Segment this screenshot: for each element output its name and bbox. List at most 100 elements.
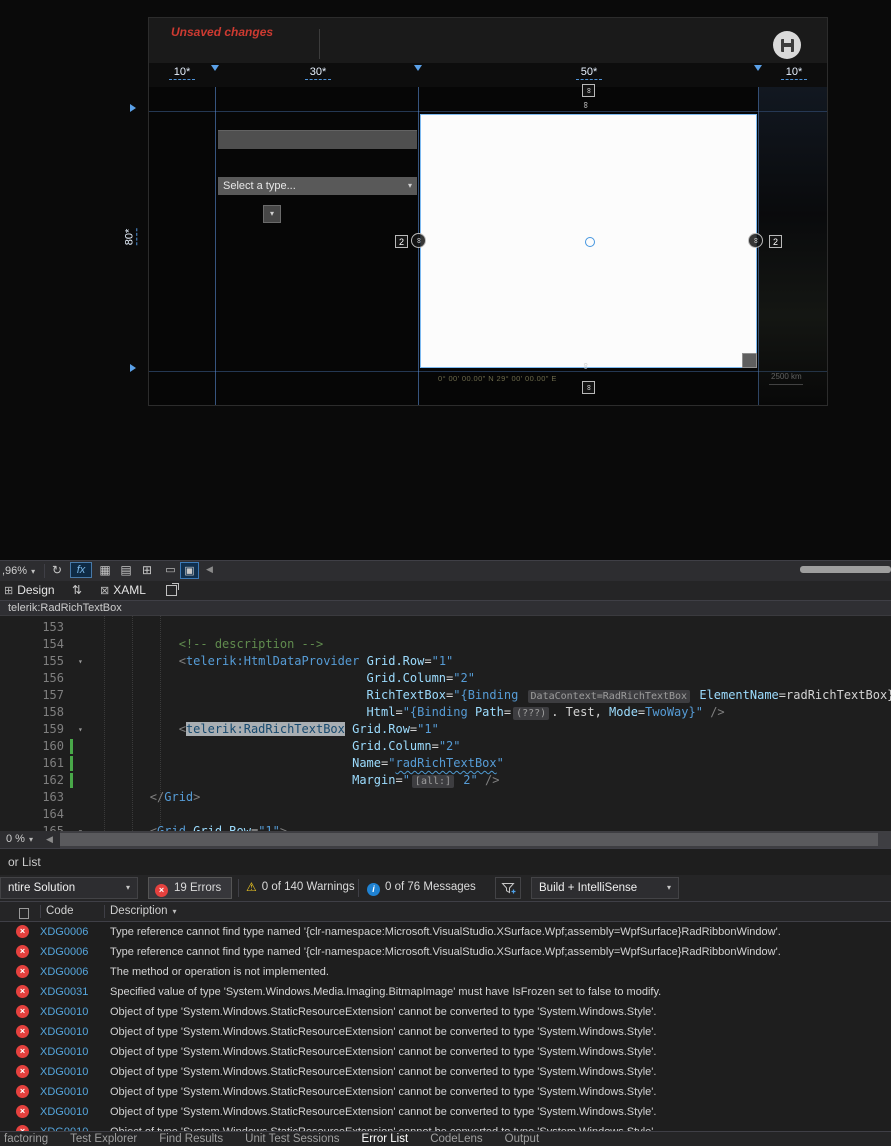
row-anchor-icon[interactable]: ∞ <box>582 84 595 97</box>
design-dropdown-button[interactable]: ▾ <box>263 205 281 223</box>
margin-left-chip[interactable]: 2 <box>395 235 408 248</box>
error-row[interactable]: ×XDG0010Object of type 'System.Windows.S… <box>0 1022 891 1042</box>
selection-center-handle[interactable] <box>585 237 595 247</box>
scrollbar-thumb[interactable] <box>60 833 878 846</box>
designer-hscrollbar[interactable] <box>800 566 891 573</box>
code-line[interactable]: 160 Grid.Column="2" <box>0 738 891 755</box>
column-splitter-icon[interactable] <box>211 65 219 71</box>
row-anchor-icon[interactable]: ∞ <box>582 381 595 394</box>
element-breadcrumb[interactable]: telerik:RadRichTextBox <box>0 601 891 616</box>
bottom-tab-factoring[interactable]: factoring <box>4 1132 48 1146</box>
bottom-tab-error-list[interactable]: Error List <box>362 1132 409 1146</box>
code-line[interactable]: 153 <box>0 619 891 636</box>
bottom-tab-codelens[interactable]: CodeLens <box>430 1132 482 1146</box>
scroll-left-icon[interactable]: ◀ <box>46 834 53 845</box>
code-line[interactable]: 165 ▾ <Grid Grid.Row="1"> <box>0 823 891 831</box>
code-line[interactable]: 164 <box>0 806 891 823</box>
column-header-code[interactable]: Code <box>46 902 74 921</box>
editor-zoom-dropdown[interactable]: 0 % ▾ <box>6 832 33 847</box>
chain-link-icon[interactable]: ∞ <box>581 363 591 369</box>
snap-grid-icon[interactable]: ▤ <box>117 562 135 579</box>
error-row[interactable]: ×XDG0010Object of type 'System.Windows.S… <box>0 1122 891 1131</box>
design-artboard[interactable]: Unsaved changes 10* 30* 50* 10* Select a… <box>148 17 828 406</box>
unsaved-changes-label: Unsaved changes <box>171 25 274 39</box>
anchor-chain-icon[interactable]: ∞ <box>748 233 763 248</box>
warnings-filter-button[interactable]: ⚠ 0 of 140 Warnings <box>244 877 355 899</box>
snaplines-toggle[interactable]: ▭ <box>161 562 180 579</box>
code-line[interactable]: 154 <!-- description --> <box>0 636 891 653</box>
error-row[interactable]: ×XDG0010Object of type 'System.Windows.S… <box>0 1042 891 1062</box>
editor-hscrollbar[interactable] <box>60 831 891 848</box>
error-row[interactable]: ×XDG0010Object of type 'System.Windows.S… <box>0 1062 891 1082</box>
errors-filter-button[interactable]: × 19 Errors <box>148 877 232 899</box>
error-row[interactable]: ×XDG0010Object of type 'System.Windows.S… <box>0 1102 891 1122</box>
code-text: Html="{Binding Path= (???). Test, Mode=Tw… <box>366 705 725 720</box>
column-header-description[interactable]: Description ▾ <box>110 902 177 921</box>
code-line[interactable]: 163 </Grid> <box>0 789 891 806</box>
source-dropdown[interactable]: Build + IntelliSense ▾ <box>531 877 679 899</box>
error-row[interactable]: × XDG0006 The method or operation is not i… <box>0 962 891 982</box>
messages-filter-button[interactable]: i 0 of 76 Messages <box>365 877 476 899</box>
save-icon[interactable] <box>773 31 801 59</box>
bottom-tab-unit-test-sessions[interactable]: Unit Test Sessions <box>245 1132 339 1146</box>
design-textbox[interactable] <box>218 130 417 149</box>
design-combobox[interactable]: Select a type... ▾ <box>218 177 417 195</box>
show-grid-icon[interactable]: ▦ <box>96 562 114 579</box>
tab-xaml[interactable]: ⊠ XAML <box>100 581 146 601</box>
fold-marker-icon[interactable]: ▾ <box>78 721 83 738</box>
scope-dropdown[interactable]: ntire Solution ▾ <box>0 877 138 899</box>
error-row[interactable]: × XDG0006 Type reference cannot find type … <box>0 922 891 942</box>
code-line[interactable]: 159 ▾ <telerik:RadRichTextBox Grid.Row="1… <box>0 721 891 738</box>
change-indicator <box>70 773 73 788</box>
column-splitter-icon[interactable] <box>754 65 762 71</box>
row-splitter-icon[interactable] <box>130 104 136 112</box>
code-line[interactable]: 155 ▾ <telerik:HtmlDataProvider Grid.Row=… <box>0 653 891 670</box>
xaml-editor[interactable]: 153 154 <!-- description --> 155 ▾ <telerik… <box>0 616 891 831</box>
bottom-tab-find-results[interactable]: Find Results <box>159 1132 223 1146</box>
code-line[interactable]: 162 Margin=" [all:] 2" /> <box>0 772 891 789</box>
popout-window-icon[interactable] <box>166 583 179 596</box>
floppy-disk-icon <box>781 39 794 52</box>
collapse-arrow-icon[interactable]: ◀ <box>206 564 213 575</box>
error-row[interactable]: ×XDG0010Object of type 'System.Windows.S… <box>0 1002 891 1022</box>
gridlines-icon[interactable]: ⊞ <box>138 562 156 579</box>
refresh-icon[interactable]: ↻ <box>48 562 66 579</box>
row-splitter-icon[interactable] <box>130 364 136 372</box>
column-size-label[interactable]: 10* <box>781 66 807 80</box>
bottom-tab-output[interactable]: Output <box>505 1132 540 1146</box>
annotations-toggle[interactable]: ▣ <box>180 562 199 579</box>
anchor-chain-icon[interactable]: ∞ <box>411 233 426 248</box>
code-line[interactable]: 156 Grid.Column="2" <box>0 670 891 687</box>
error-row[interactable]: ×XDG0010Object of type 'System.Windows.S… <box>0 1082 891 1102</box>
xaml-designer-surface[interactable]: Unsaved changes 10* 30* 50* 10* Select a… <box>0 0 891 560</box>
chevron-down-icon: ▾ <box>666 883 671 892</box>
column-size-label[interactable]: 10* <box>169 66 195 80</box>
row-size-label[interactable]: 80* <box>123 228 138 246</box>
swap-panes-icon[interactable]: ⇅ <box>72 581 82 600</box>
combobox-text: Select a type... <box>223 180 296 192</box>
fold-marker-icon[interactable]: ▾ <box>78 653 83 670</box>
resize-handle[interactable] <box>742 353 757 368</box>
bottom-tab-test-explorer[interactable]: Test Explorer <box>70 1132 137 1146</box>
chain-link-icon[interactable]: ∞ <box>581 102 591 108</box>
error-row[interactable]: × XDG0006 Type reference cannot find type … <box>0 942 891 962</box>
column-splitter-icon[interactable] <box>414 65 422 71</box>
severity-column-icon[interactable] <box>19 908 29 919</box>
code-line[interactable]: 161 Name="radRichTextBox" <box>0 755 891 772</box>
error-description-cell: Type reference cannot find type named '{… <box>110 926 781 938</box>
margin-right-chip[interactable]: 2 <box>769 235 782 248</box>
code-text: Margin=" [all:] 2" /> <box>352 773 500 788</box>
filter-icon[interactable] <box>495 877 521 899</box>
code-line[interactable]: 157 RichTextBox="{Binding DataContext=Ra… <box>0 687 891 704</box>
column-size-label[interactable]: 30* <box>305 66 331 80</box>
design-canvas[interactable]: Select a type... ▾ ▾ 2 ∞ ∞ 2 0° 00' 00.0… <box>149 87 827 405</box>
line-number: 153 <box>42 620 64 634</box>
error-icon: × <box>16 945 29 958</box>
code-line[interactable]: 158 Html="{Binding Path= (???). Test, Mod… <box>0 704 891 721</box>
tab-design[interactable]: ⊞ Design <box>4 581 55 601</box>
designer-zoom-dropdown[interactable]: ,96% ▾ <box>2 563 35 580</box>
effects-toggle[interactable]: fx <box>70 562 92 578</box>
fold-marker-icon[interactable]: ▾ <box>78 823 83 831</box>
error-row[interactable]: × XDG0031 Specified value of type 'System.… <box>0 982 891 1002</box>
column-size-label[interactable]: 50* <box>576 66 602 80</box>
